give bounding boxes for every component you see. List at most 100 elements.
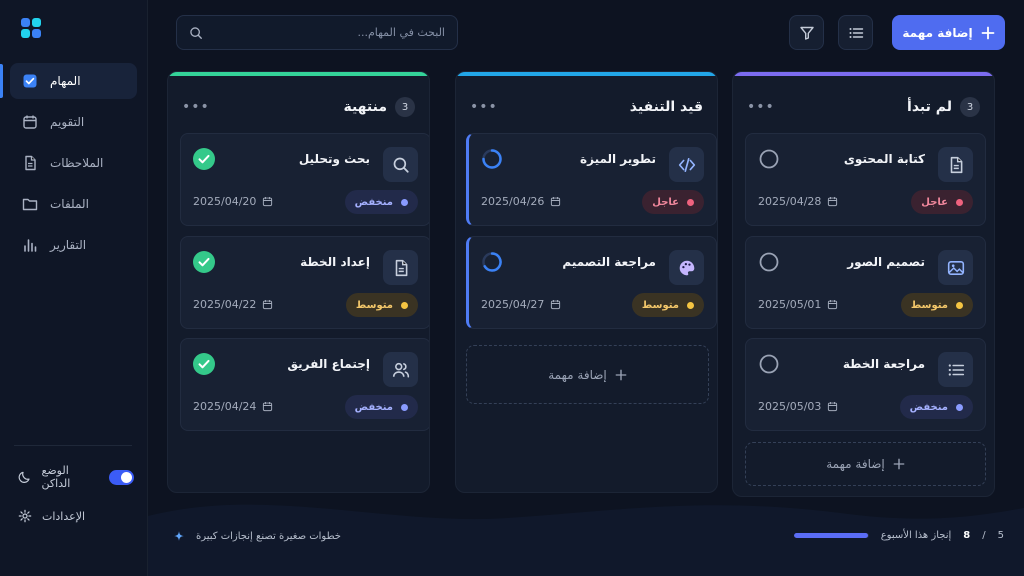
plus-icon [615, 369, 627, 380]
task-card[interactable]: تطوير الميزة 2025/04/26 عاجل [466, 133, 717, 226]
column-accent-bar [733, 72, 994, 76]
footer-motto: خطوات صغيرة تصنع إنجازات كبيرة [172, 529, 341, 543]
task-date-text: 2025/05/01 [758, 298, 822, 311]
palette-icon [669, 250, 704, 285]
task-date: 2025/04/22 [193, 298, 273, 311]
image-icon [938, 250, 973, 285]
column-header: 3 منتهية ••• [182, 96, 415, 118]
completed-check-icon[interactable] [193, 251, 215, 273]
calendar-icon [22, 114, 38, 130]
list-view-button[interactable] [838, 15, 873, 50]
task-date: 2025/04/28 [758, 195, 838, 208]
task-title: إجتماع الفريق [287, 357, 370, 371]
incomplete-circle-icon[interactable] [758, 251, 780, 273]
code-icon [669, 147, 704, 182]
priority-label: منخفض [354, 401, 393, 413]
incomplete-circle-icon[interactable] [758, 148, 780, 170]
priority-badge: متوسط [900, 293, 973, 317]
column-count: 3 [960, 97, 980, 117]
weekly-progress-bar [793, 533, 869, 538]
calendar-icon [827, 196, 838, 207]
task-card[interactable]: مراجعة الخطة 2025/05/03 منخفض [745, 338, 986, 431]
sidebar-item-label: التقارير [50, 238, 87, 252]
task-date-text: 2025/04/26 [481, 195, 545, 208]
task-date: 2025/04/20 [193, 195, 273, 208]
task-date: 2025/05/01 [758, 298, 838, 311]
sidebar-divider [14, 445, 132, 446]
settings-label: الإعدادات [42, 509, 86, 523]
priority-badge: عاجل [642, 190, 704, 214]
priority-label: عاجل [921, 196, 948, 208]
folder-icon [22, 196, 38, 212]
add-task-slot[interactable]: إضافة مهمة [466, 345, 709, 404]
weekly-done: 8 [963, 530, 971, 541]
task-card[interactable]: بحث وتحليل 2025/04/20 منخفض [180, 133, 429, 226]
dark-mode-toggle[interactable] [108, 469, 134, 485]
priority-badge: منخفض [899, 395, 973, 419]
sidebar-item-reports[interactable]: التقارير [10, 227, 137, 263]
priority-badge: منخفض [344, 190, 418, 214]
task-date: 2025/05/03 [758, 400, 838, 413]
task-card[interactable]: إعداد الخطة 2025/04/22 متوسط [180, 236, 429, 329]
priority-label: عاجل [652, 196, 679, 208]
calendar-icon [550, 299, 561, 310]
task-date-text: 2025/04/27 [481, 298, 545, 311]
more-options-icon[interactable]: ••• [747, 99, 775, 115]
sidebar-item-tasks[interactable]: المهام [10, 63, 137, 99]
priority-dot [401, 403, 408, 411]
priority-dot [956, 301, 963, 309]
more-options-icon[interactable]: ••• [470, 99, 498, 115]
priority-dot [401, 198, 408, 206]
active-indicator [0, 64, 3, 98]
plus-icon [893, 458, 905, 470]
incomplete-circle-icon[interactable] [758, 353, 780, 375]
priority-dot [687, 198, 694, 206]
more-options-icon[interactable]: ••• [182, 99, 210, 115]
sparkle-icon [174, 531, 184, 541]
add-task-label: إضافة مهمة [902, 25, 973, 40]
sidebar-item-label: المهام [50, 74, 81, 88]
sidebar-item-label: التقويم [50, 115, 85, 129]
task-date-text: 2025/05/03 [758, 400, 822, 413]
column-title: لم تبدأ [907, 99, 952, 115]
task-card[interactable]: إجتماع الفريق 2025/04/24 منخفض [180, 338, 429, 431]
column-header: 3 لم تبدأ ••• [747, 96, 980, 118]
weekly-total: 5 [997, 530, 1004, 541]
sidebar-item-label: الملاحظات [50, 156, 104, 170]
add-task-slot[interactable]: إضافة مهمة [745, 442, 986, 486]
column-in-progress: قيد التنفيذ ••• تطوير الميزة 2025/04/26 … [455, 71, 718, 493]
motto-text: خطوات صغيرة تصنع إنجازات كبيرة [196, 530, 341, 542]
dark-mode-label: الوضع الداكن [41, 464, 71, 490]
sidebar-item-files[interactable]: الملفات [10, 186, 137, 222]
gear-icon [18, 509, 32, 523]
priority-dot [956, 198, 963, 206]
sidebar-item-notes[interactable]: الملاحظات [10, 145, 137, 181]
task-date: 2025/04/27 [481, 298, 561, 311]
column-done: 3 منتهية ••• بحث وتحليل 2025/04/20 منخفض… [167, 71, 430, 493]
search-input[interactable]: البحث في المهام... [176, 15, 458, 50]
filter-button[interactable] [789, 15, 824, 50]
column-title: منتهية [343, 99, 387, 115]
task-card[interactable]: تصميم الصور 2025/05/01 متوسط [745, 236, 986, 329]
task-card[interactable]: كتابة المحتوى 2025/04/28 عاجل [745, 133, 986, 226]
completed-check-icon[interactable] [193, 353, 215, 375]
list-icon [938, 352, 973, 387]
task-title: بحث وتحليل [298, 152, 370, 166]
settings-link[interactable]: الإعدادات [18, 506, 134, 526]
document-icon [383, 250, 418, 285]
task-title: مراجعة الخطة [842, 357, 925, 371]
task-title: تصميم الصور [847, 255, 925, 269]
filter-icon [799, 26, 814, 40]
search-placeholder: البحث في المهام... [357, 26, 445, 39]
sidebar-item-calendar[interactable]: التقويم [10, 104, 137, 140]
document-icon [938, 147, 973, 182]
column-count: 3 [395, 97, 415, 117]
task-date-text: 2025/04/28 [758, 195, 822, 208]
check-square-icon [22, 73, 38, 89]
add-task-button[interactable]: إضافة مهمة [892, 15, 1005, 50]
priority-label: منخفض [909, 401, 948, 413]
completed-check-icon[interactable] [193, 148, 215, 170]
task-card[interactable]: مراجعة التصميم 2025/04/27 متوسط [466, 236, 717, 329]
priority-dot [956, 403, 963, 411]
weekly-progress: إنجاز هذا الأسبوع 8 / 5 [793, 530, 1004, 541]
